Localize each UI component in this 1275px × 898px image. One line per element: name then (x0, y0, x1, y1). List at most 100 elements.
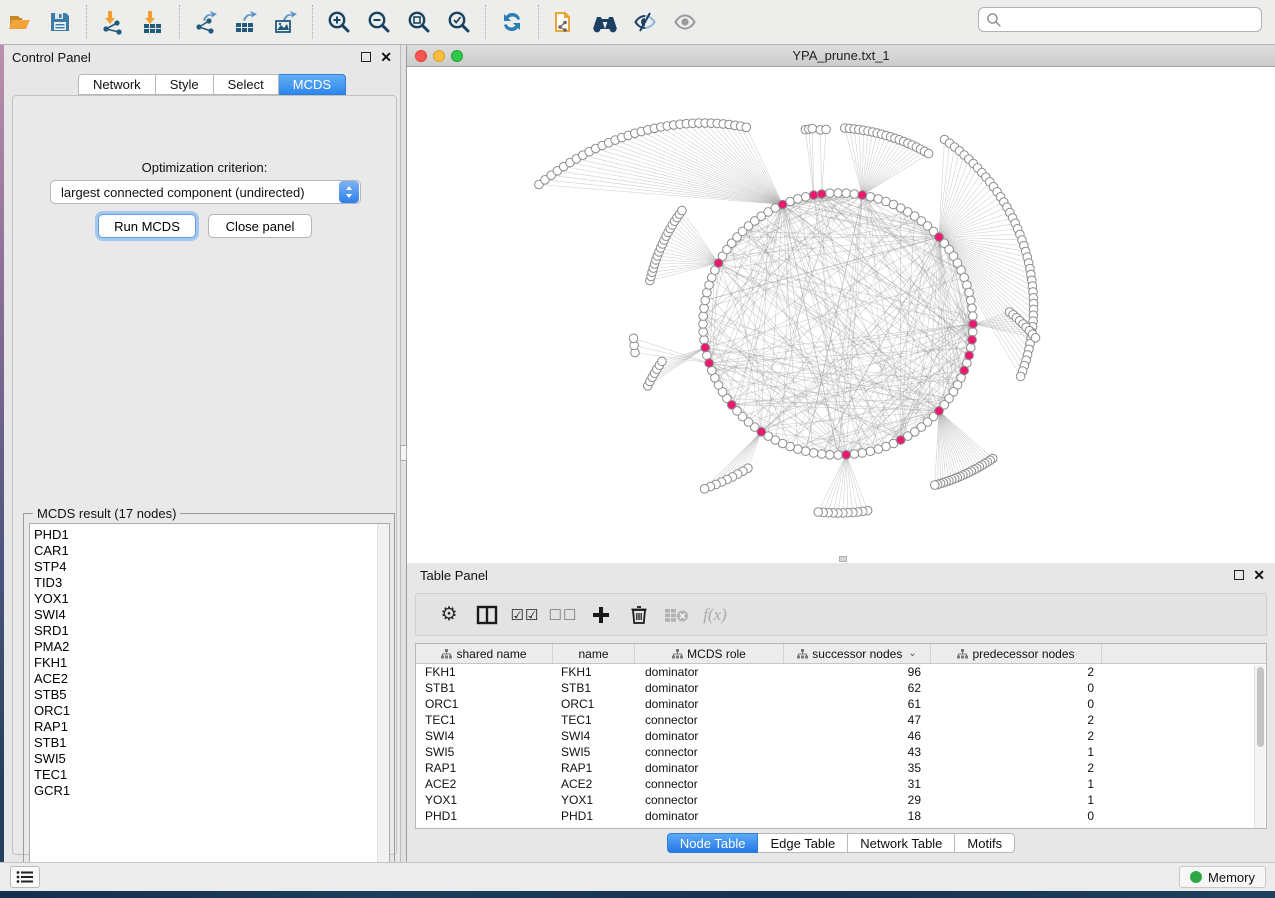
close-panel-icon[interactable]: ✕ (1253, 570, 1265, 580)
memory-button[interactable]: Memory (1179, 866, 1266, 888)
dominator-node[interactable] (757, 428, 766, 437)
network-node[interactable] (969, 312, 978, 321)
network-node[interactable] (931, 481, 940, 490)
mcds-result-item[interactable]: ACE2 (34, 671, 389, 687)
table-row[interactable]: YOX1 YOX1 connector 29 1 (416, 792, 1266, 808)
network-node[interactable] (742, 123, 751, 132)
hide-graphics-details-icon[interactable] (625, 2, 665, 42)
table-row[interactable]: RAP1 RAP1 dominator 35 2 (416, 760, 1266, 776)
dominator-node[interactable] (817, 190, 826, 199)
dominator-node[interactable] (809, 191, 818, 200)
table-scrollbar[interactable] (1254, 665, 1265, 828)
mcds-result-item[interactable]: STB5 (34, 687, 389, 703)
tab-mcds[interactable]: MCDS (279, 74, 346, 95)
mcds-result-item[interactable]: TID3 (34, 575, 389, 591)
table-row[interactable]: ORC1 ORC1 dominator 61 0 (416, 696, 1266, 712)
table-row[interactable]: TEC1 TEC1 connector 47 2 (416, 712, 1266, 728)
network-node[interactable] (969, 328, 978, 337)
network-node[interactable] (967, 343, 976, 352)
mcds-result-item[interactable]: PMA2 (34, 639, 389, 655)
network-node[interactable] (700, 485, 709, 494)
close-panel-icon[interactable]: ✕ (380, 52, 392, 62)
mcds-list-scrollbar[interactable] (377, 524, 389, 878)
network-node[interactable] (794, 195, 803, 204)
find-network-icon[interactable] (585, 2, 625, 42)
table-scrollbar-thumb[interactable] (1257, 667, 1264, 747)
network-node[interactable] (858, 449, 867, 458)
network-node[interactable] (801, 447, 810, 456)
tab-node-table[interactable]: Node Table (667, 833, 759, 853)
dominator-node[interactable] (858, 191, 867, 200)
column-header-successor-nodes[interactable]: successor nodes ⌄ (784, 644, 931, 663)
dominator-node[interactable] (935, 407, 944, 416)
mcds-result-item[interactable]: ORC1 (34, 703, 389, 719)
network-node[interactable] (699, 328, 708, 337)
network-node[interactable] (699, 312, 708, 321)
search-input[interactable] (1003, 12, 1261, 27)
zoom-fit-icon[interactable] (399, 2, 439, 42)
mcds-result-item[interactable]: SWI5 (34, 751, 389, 767)
network-canvas[interactable] (407, 67, 1275, 563)
function-builder-icon[interactable]: f(x) (696, 605, 734, 625)
network-node[interactable] (866, 193, 875, 202)
network-window-titlebar[interactable]: YPA_prune.txt_1 (407, 45, 1275, 67)
dominator-node[interactable] (778, 200, 787, 209)
mcds-result-item[interactable]: PHD1 (34, 527, 389, 543)
refresh-view-icon[interactable] (492, 2, 532, 42)
delete-column-icon[interactable] (620, 604, 658, 625)
show-graphics-details-icon[interactable] (665, 2, 705, 42)
import-network-icon[interactable] (93, 2, 133, 42)
sort-descending-icon[interactable]: ⌄ (908, 648, 916, 659)
network-node[interactable] (699, 320, 708, 329)
zoom-selected-icon[interactable] (439, 2, 479, 42)
network-node[interactable] (678, 206, 687, 215)
network-node[interactable] (834, 451, 843, 460)
table-row[interactable]: FKH1 FKH1 dominator 96 2 (416, 664, 1266, 680)
dominator-node[interactable] (896, 436, 905, 445)
window-close-icon[interactable] (415, 50, 427, 62)
mcds-result-item[interactable]: FKH1 (34, 655, 389, 671)
add-column-icon[interactable] (582, 605, 620, 625)
dominator-node[interactable] (969, 320, 978, 329)
dominator-node[interactable] (842, 451, 851, 460)
zoom-out-icon[interactable] (359, 2, 399, 42)
mcds-result-list[interactable]: PHD1CAR1STP4TID3YOX1SWI4SRD1PMA2FKH1ACE2… (30, 524, 389, 799)
column-header-mcds-role[interactable]: MCDS role (635, 644, 784, 663)
network-node[interactable] (826, 189, 835, 198)
mcds-result-item[interactable]: RAP1 (34, 719, 389, 735)
mcds-result-item[interactable]: SWI4 (34, 607, 389, 623)
export-network-icon[interactable] (186, 2, 226, 42)
dominator-node[interactable] (960, 366, 969, 375)
table-row[interactable]: PHD1 PHD1 dominator 18 0 (416, 808, 1266, 824)
mcds-result-item[interactable]: STB1 (34, 735, 389, 751)
network-node[interactable] (834, 189, 843, 198)
criterion-dropdown[interactable]: largest connected component (undirected) (50, 180, 361, 204)
network-node[interactable] (850, 190, 859, 199)
table-row[interactable]: STB1 STB1 dominator 62 0 (416, 680, 1266, 696)
export-image-icon[interactable] (266, 2, 306, 42)
run-mcds-button[interactable]: Run MCDS (98, 214, 196, 238)
delete-table-icon[interactable] (658, 606, 696, 624)
dominator-node[interactable] (968, 336, 977, 345)
table-row[interactable]: SWI4 SWI4 dominator 46 2 (416, 728, 1266, 744)
zoom-in-icon[interactable] (319, 2, 359, 42)
network-search-field[interactable] (978, 7, 1262, 32)
window-maximize-icon[interactable] (451, 50, 463, 62)
network-node[interactable] (814, 508, 823, 517)
network-node[interactable] (866, 447, 875, 456)
column-header-name[interactable]: name (553, 644, 635, 663)
share-document-icon[interactable] (545, 2, 585, 42)
float-panel-icon[interactable] (1234, 570, 1244, 580)
dominator-node[interactable] (965, 351, 974, 360)
table-row[interactable]: SWI5 SWI5 connector 43 1 (416, 744, 1266, 760)
tab-network-table[interactable]: Network Table (848, 833, 955, 853)
column-header-predecessor-nodes[interactable]: predecessor nodes (931, 644, 1102, 663)
tab-edge-table[interactable]: Edge Table (758, 833, 848, 853)
network-node[interactable] (1031, 334, 1040, 343)
network-node[interactable] (801, 193, 810, 202)
network-node[interactable] (826, 451, 835, 460)
dominator-node[interactable] (701, 343, 710, 352)
network-node[interactable] (968, 304, 977, 313)
horizontal-divider-grip[interactable] (839, 556, 847, 562)
deselect-all-icon[interactable]: ☐☐ (544, 606, 582, 624)
